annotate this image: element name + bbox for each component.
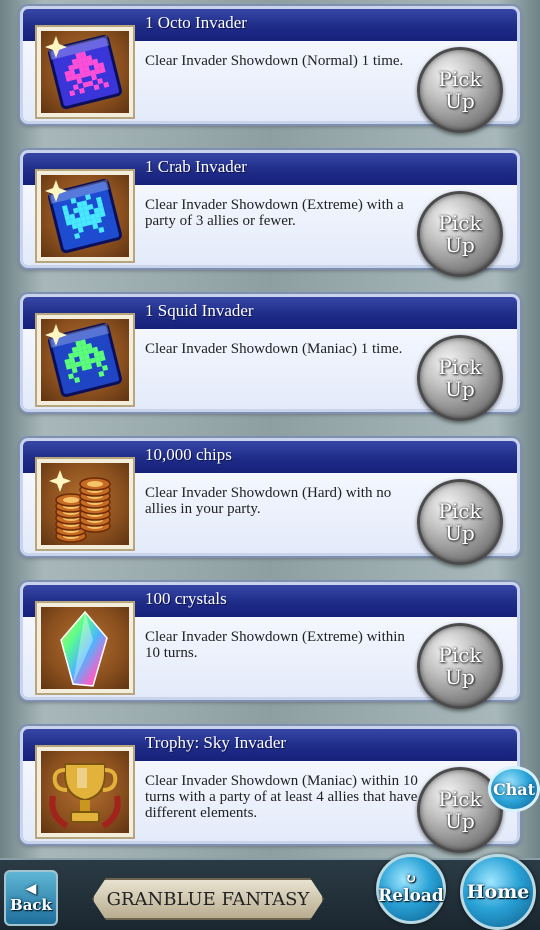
reward-item-frame — [35, 601, 135, 695]
reward-item-frame — [35, 169, 135, 263]
pick-up-label: Pick — [438, 499, 482, 523]
logo-text: GRANBLUE FANTASY — [106, 888, 310, 910]
pick-up-button[interactable]: Pick Up — [417, 47, 503, 133]
pick-up-label: Up — [445, 89, 475, 113]
pick-up-label: Up — [445, 233, 475, 257]
pick-up-button[interactable]: Pick Up — [417, 335, 503, 421]
reward-item-frame — [35, 313, 135, 407]
pick-up-label: Up — [445, 377, 475, 401]
mission-card: 1 Squid Invader Clear Invader Showdown (M… — [20, 294, 520, 421]
mission-list: 1 Octo Invader Clear Invader Showdown (No… — [0, 0, 540, 860]
back-button[interactable]: ◀ Back — [4, 870, 58, 926]
mission-card: 100 crystals Clear Invader Showdown (Extr… — [20, 582, 520, 709]
pick-up-label: Up — [445, 521, 475, 545]
granblue-fantasy-logo: GRANBLUE FANTASY — [92, 878, 324, 920]
mission-card: 10,000 chips Clear Invader Showdown (Hard… — [20, 438, 520, 565]
home-button[interactable]: Home — [460, 854, 536, 930]
mission-description: Clear Invader Showdown (Normal) 1 time. — [145, 53, 404, 69]
squid-invader-icon — [41, 319, 129, 401]
back-arrow-icon: ◀ — [25, 881, 37, 897]
mission-description: Clear Invader Showdown (Extreme) within … — [145, 629, 405, 661]
mission-title: 1 Octo Invader — [145, 13, 247, 32]
mission-description: Clear Invader Showdown (Hard) with no al… — [145, 485, 392, 517]
pick-up-label: Up — [445, 665, 475, 689]
pick-up-label: Pick — [438, 211, 482, 235]
footer-bar: ◀ Back GRANBLUE FANTASY ↻ Reload Home — [0, 854, 540, 930]
pick-up-label: Up — [445, 809, 475, 833]
chat-button[interactable]: Chat — [488, 766, 540, 812]
mission-description: Clear Invader Showdown (Maniac) 1 time. — [145, 341, 403, 357]
crystal-icon — [41, 607, 129, 689]
reward-item-frame — [35, 457, 135, 551]
crab-invader-icon — [41, 175, 129, 257]
home-label: Home — [466, 881, 530, 903]
back-label: Back — [10, 896, 52, 914]
mission-title: 100 crystals — [145, 589, 227, 608]
reload-label: Reload — [378, 886, 444, 906]
trophy-icon — [41, 751, 129, 833]
mission-card: 1 Crab Invader Clear Invader Showdown (Ex… — [20, 150, 520, 277]
reload-button[interactable]: ↻ Reload — [376, 854, 446, 924]
mission-title: Trophy: Sky Invader — [145, 733, 287, 752]
pick-up-button[interactable]: Pick Up — [417, 191, 503, 277]
mission-title: 10,000 chips — [145, 445, 232, 464]
pick-up-button[interactable]: Pick Up — [417, 623, 503, 709]
reward-item-frame — [35, 745, 135, 839]
reward-item-frame — [35, 25, 135, 119]
pick-up-button[interactable]: Pick Up — [417, 479, 503, 565]
octo-invader-icon — [41, 31, 129, 113]
pick-up-label: Pick — [438, 355, 482, 379]
mission-card: Trophy: Sky Invader Clear Invader Showdow… — [20, 726, 520, 853]
mission-title: 1 Crab Invader — [145, 157, 247, 176]
mission-description: Clear Invader Showdown (Maniac) within 1… — [145, 773, 418, 821]
mission-title: 1 Squid Invader — [145, 301, 254, 320]
pick-up-label: Pick — [438, 643, 482, 667]
chips-icon — [41, 463, 129, 545]
reload-icon: ↻ — [405, 871, 417, 887]
pick-up-label: Pick — [438, 787, 482, 811]
mission-description: Clear Invader Showdown (Extreme) with a … — [145, 197, 404, 229]
mission-card: 1 Octo Invader Clear Invader Showdown (No… — [20, 6, 520, 133]
pick-up-label: Pick — [438, 67, 482, 91]
